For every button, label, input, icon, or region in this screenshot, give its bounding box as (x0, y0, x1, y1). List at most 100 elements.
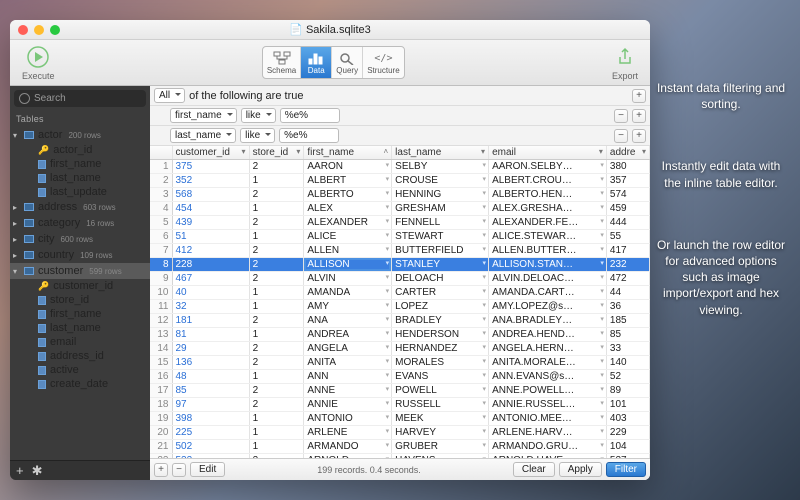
column-icon (38, 188, 46, 197)
table-icon (24, 203, 34, 211)
filter-button[interactable]: Filter (606, 462, 646, 477)
edit-button[interactable]: Edit (190, 462, 225, 477)
filter-rule-1: last_name like −+ (150, 126, 650, 146)
column-address_id[interactable]: address_id (10, 349, 150, 363)
column-last_name[interactable]: last_name (10, 171, 150, 185)
remove-row-button[interactable]: − (172, 463, 186, 477)
table-row[interactable]: 13752AARONSELBYAARON.SELBY…380 (150, 160, 650, 174)
col-last_name[interactable]: last_name▾ (392, 146, 489, 160)
column-icon (38, 160, 46, 169)
table-row[interactable]: 14292ANGELAHERNANDEZANGELA.HERN…33 (150, 342, 650, 356)
column-first_name[interactable]: first_name (10, 157, 150, 171)
table-row[interactable]: 6511ALICESTEWARTALICE.STEWAR…55 (150, 230, 650, 244)
table-icon (24, 235, 34, 243)
table-icon (24, 219, 34, 227)
column-actor_id[interactable]: 🔑actor_id (10, 143, 150, 157)
column-icon (38, 380, 46, 389)
structure-tab[interactable]: </>Structure (363, 47, 403, 78)
table-icon (24, 131, 34, 139)
table-row[interactable]: 10401AMANDACARTERAMANDA.CART…44 (150, 286, 650, 300)
clear-button[interactable]: Clear (513, 462, 555, 477)
table-city[interactable]: city600 rows (10, 231, 150, 247)
column-last_update[interactable]: last_update (10, 185, 150, 199)
app-window: 📄 Sakila.sqlite3 Execute Schema Data Que… (10, 20, 650, 480)
status-text: 199 records. 0.4 seconds. (229, 465, 509, 475)
table-row[interactable]: 13811ANDREAHENDERSONANDREA.HEND…85 (150, 328, 650, 342)
add-row-button[interactable]: + (154, 463, 168, 477)
data-grid[interactable]: customer_id▾store_id▾first_name˄last_nam… (150, 146, 650, 458)
filter-master: All of the following are true + (150, 86, 650, 106)
match-tail: of the following are true (189, 90, 303, 102)
col-store_id[interactable]: store_id▾ (249, 146, 304, 160)
col-email[interactable]: email▾ (489, 146, 607, 160)
column-active[interactable]: active (10, 363, 150, 377)
table-row[interactable]: 202251ARLENEHARVEYARLENE.HARV…229 (150, 426, 650, 440)
match-select[interactable]: All (154, 88, 185, 103)
column-last_name[interactable]: last_name (10, 321, 150, 335)
remove-rule-button[interactable]: − (614, 129, 628, 143)
table-row[interactable]: 94672ALVINDELOACHALVIN.DELOAC…472 (150, 272, 650, 286)
settings-button[interactable]: ✱ (32, 463, 43, 479)
table-row[interactable]: 16481ANNEVANSANN.EVANS@s…52 (150, 370, 650, 384)
table-category[interactable]: category16 rows (10, 215, 150, 231)
table-row[interactable]: 35682ALBERTOHENNINGALBERTO.HEN…574 (150, 188, 650, 202)
add-rule-button[interactable]: + (632, 109, 646, 123)
table-row[interactable]: 193981ANTONIOMEEKANTONIO.MEE…403 (150, 412, 650, 426)
rule-field[interactable]: last_name (170, 128, 236, 143)
column-icon (38, 310, 46, 319)
toolbar: Execute Schema Data Query </>Structure E… (10, 40, 650, 86)
table-row[interactable]: 82282ALLISONSTANLEYALLISON.STAN…232 (150, 258, 650, 272)
table-country[interactable]: country109 rows (10, 247, 150, 263)
table-row[interactable]: 23521ALBERTCROUSEALBERT.CROU…357 (150, 174, 650, 188)
column-customer_id[interactable]: 🔑customer_id (10, 279, 150, 293)
rule-field[interactable]: first_name (170, 108, 237, 123)
table-row[interactable]: 151362ANITAMORALESANITA.MORALE…140 (150, 356, 650, 370)
search-input[interactable]: Search (14, 90, 146, 107)
column-email[interactable]: email (10, 335, 150, 349)
column-create_date[interactable]: create_date (10, 377, 150, 391)
table-address[interactable]: address603 rows (10, 199, 150, 215)
table-row[interactable]: 17852ANNEPOWELLANNE.POWELL…89 (150, 384, 650, 398)
main-panel: All of the following are true + first_na… (150, 86, 650, 480)
table-row[interactable]: 74122ALLENBUTTERFIELDALLEN.BUTTER…417 (150, 244, 650, 258)
rule-value[interactable] (280, 108, 340, 123)
key-icon: 🔑 (38, 145, 49, 156)
column-icon (38, 324, 46, 333)
table-row[interactable]: 44541ALEXGRESHAMALEX.GRESHA…459 (150, 202, 650, 216)
window-title: Sakila.sqlite3 (306, 24, 371, 36)
col-first_name[interactable]: first_name˄ (304, 146, 392, 160)
column-icon (38, 296, 46, 305)
table-customer[interactable]: customer599 rows (10, 263, 150, 279)
col-customer_id[interactable]: customer_id▾ (172, 146, 249, 160)
column-first_name[interactable]: first_name (10, 307, 150, 321)
column-store_id[interactable]: store_id (10, 293, 150, 307)
add-rule-button[interactable]: + (632, 129, 646, 143)
export-button[interactable]: Export (606, 42, 644, 83)
rule-value[interactable] (279, 128, 339, 143)
key-icon: 🔑 (38, 281, 49, 292)
sidebar-footer: + ✱ (10, 460, 150, 480)
query-tab[interactable]: Query (332, 47, 363, 78)
column-icon (38, 174, 46, 183)
rule-op[interactable]: like (240, 128, 275, 143)
table-actor[interactable]: actor200 rows (10, 127, 150, 143)
data-tab[interactable]: Data (301, 47, 332, 78)
execute-button[interactable]: Execute (16, 42, 61, 83)
table-icon (24, 251, 34, 259)
col-addre[interactable]: addre▾ (606, 146, 649, 160)
rule-op[interactable]: like (241, 108, 276, 123)
view-segmented: Schema Data Query </>Structure (262, 46, 405, 79)
add-table-button[interactable]: + (16, 463, 24, 478)
sidebar-section: Tables (10, 111, 150, 127)
table-row[interactable]: 11321AMYLOPEZAMY.LOPEZ@s…36 (150, 300, 650, 314)
schema-tab[interactable]: Schema (263, 47, 301, 78)
add-rule-button[interactable]: + (632, 89, 646, 103)
table-row[interactable]: 18972ANNIERUSSELLANNIE.RUSSEL…101 (150, 398, 650, 412)
table-row[interactable]: 215021ARMANDOGRUBERARMANDO.GRU…104 (150, 440, 650, 454)
table-row[interactable]: 121812ANABRADLEYANA.BRADLEY…185 (150, 314, 650, 328)
doc-icon: 📄 (289, 24, 303, 36)
apply-button[interactable]: Apply (559, 462, 602, 477)
table-row[interactable]: 54392ALEXANDERFENNELLALEXANDER.FE…444 (150, 216, 650, 230)
remove-rule-button[interactable]: − (614, 109, 628, 123)
table-tree: actor200 rows🔑actor_idfirst_namelast_nam… (10, 127, 150, 460)
